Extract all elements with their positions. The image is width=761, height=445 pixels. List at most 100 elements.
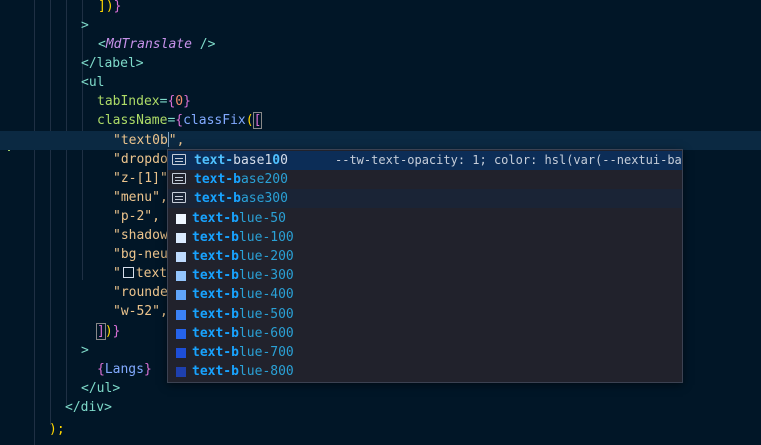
- suggestion-label: text-blue-300: [192, 268, 294, 284]
- suggestion-item[interactable]: text-blue-100: [168, 228, 682, 247]
- code-token: >: [104, 400, 112, 415]
- suggestion-item[interactable]: text-blue-300: [168, 266, 682, 285]
- autocomplete-suggest-widget[interactable]: text-base100 --tw-text-opacity: 1; color…: [167, 149, 683, 383]
- code-line: ])}: [98, 0, 121, 16]
- code-token: (: [245, 113, 254, 128]
- code-token: "shadow: [113, 228, 168, 243]
- text-icon: [172, 154, 186, 165]
- suggestion-label: text-blue-600: [192, 325, 294, 341]
- code-token: "rounde: [113, 285, 168, 300]
- code-line: <ul: [81, 73, 104, 92]
- code-line: >: [81, 16, 89, 35]
- code-token: </: [81, 56, 97, 71]
- suggestion-item[interactable]: text-blue-400: [168, 285, 682, 304]
- suggestion-item[interactable]: text-blue-500: [168, 305, 682, 324]
- code-token: <: [81, 75, 89, 90]
- code-token: }: [112, 324, 121, 339]
- code-line: <MdTranslate />: [98, 35, 215, 54]
- code-token: ]: [96, 323, 106, 340]
- code-token: >: [112, 381, 121, 396]
- code-token: "p-2",: [113, 209, 160, 224]
- code-line: "dropdo: [113, 150, 168, 169]
- code-token: MdTranslate: [105, 37, 192, 52]
- code-line: </div>: [65, 398, 112, 417]
- code-token: );: [49, 422, 65, 437]
- code-line: {Langs}: [97, 360, 152, 379]
- code-token: ): [104, 324, 113, 339]
- indent-guide: [66, 0, 67, 405]
- suggestion-item[interactable]: text-blue-800: [168, 362, 682, 381]
- suggestion-label: text-base200: [194, 172, 288, 187]
- code-line: className={classFix([: [97, 111, 263, 130]
- code-token: ul: [96, 381, 113, 396]
- code-token: "menu",: [113, 190, 168, 205]
- text-icon: [172, 173, 186, 184]
- suggestion-item[interactable]: text-blue-600: [168, 324, 682, 343]
- code-token: <: [98, 37, 106, 52]
- text-icon: [172, 192, 186, 203]
- code-token: </: [81, 381, 97, 396]
- code-token: }: [183, 94, 191, 109]
- code-line: "z-[1]": [113, 169, 168, 188]
- code-line: "p-2",: [113, 207, 160, 226]
- suggestion-label: text-blue-400: [192, 287, 294, 303]
- code-token: "z-[1]": [113, 171, 168, 186]
- indent-guide: [34, 0, 35, 445]
- code-token: classFix: [183, 113, 246, 128]
- code-line: " text: [113, 264, 167, 283]
- code-token: }: [143, 362, 152, 377]
- suggestion-item[interactable]: text-base300: [168, 189, 682, 208]
- color-swatch-icon: [176, 252, 186, 262]
- suggestion-label: text-base300: [194, 191, 288, 206]
- indent-guide: [50, 0, 51, 425]
- code-line: "w-52",: [113, 302, 168, 321]
- code-token: label: [96, 56, 136, 71]
- code-token: 0: [175, 94, 184, 109]
- code-token: "bg-neu: [113, 247, 168, 262]
- code-token: ": [113, 266, 121, 281]
- color-swatch-icon: [176, 213, 186, 224]
- code-token: [: [252, 112, 263, 129]
- active-code-line: "text0b",: [0, 131, 761, 150]
- suggestion-item[interactable]: text-base200: [168, 170, 682, 189]
- suggestion-label: text-base100: [194, 153, 288, 168]
- suggestion-item[interactable]: text-base100 --tw-text-opacity: 1; color…: [168, 151, 682, 170]
- color-swatch-icon: [176, 309, 186, 320]
- code-token: ",: [168, 133, 185, 148]
- code-line: "shadow: [113, 226, 168, 245]
- suggestion-label: text-blue-700: [192, 345, 294, 360]
- code-line: );: [49, 420, 65, 439]
- color-decorator[interactable]: [122, 267, 134, 278]
- code-line: </ul>: [81, 379, 120, 398]
- suggestion-label: text-blue-50: [192, 210, 286, 226]
- code-token: tabIndex: [97, 94, 160, 109]
- color-swatch-icon: [176, 367, 186, 378]
- color-swatch-icon: [176, 271, 186, 282]
- code-token: "w-52",: [113, 304, 168, 319]
- suggestion-item[interactable]: text-blue-700: [168, 343, 682, 362]
- code-line: "bg-neu: [113, 245, 168, 264]
- code-token: >: [81, 18, 89, 33]
- suggestion-item[interactable]: text-blue-200: [168, 247, 682, 266]
- color-swatch-icon: [176, 348, 186, 358]
- code-line: </label>: [81, 54, 144, 73]
- code-token: }: [113, 0, 122, 14]
- code-token: />: [191, 37, 216, 52]
- code-line: tabIndex={0}: [97, 92, 191, 111]
- suggestion-item[interactable]: text-blue-50: [168, 209, 682, 228]
- code-token: {: [97, 362, 105, 377]
- code-line: ])}: [96, 322, 121, 341]
- code-token: div: [80, 400, 105, 415]
- code-token: ul: [88, 75, 105, 90]
- code-token: text: [135, 266, 168, 281]
- suggestion-label: text-blue-200: [192, 249, 294, 264]
- code-token: className: [97, 113, 168, 128]
- code-token: >: [81, 343, 89, 358]
- code-line: >: [81, 341, 89, 360]
- color-swatch-icon: [176, 328, 186, 339]
- code-line: "rounde: [113, 283, 168, 302]
- code-token: ]): [98, 0, 114, 14]
- code-token: Langs: [104, 362, 144, 377]
- color-swatch-icon: [176, 290, 186, 301]
- suggestion-label: text-blue-500: [192, 306, 294, 322]
